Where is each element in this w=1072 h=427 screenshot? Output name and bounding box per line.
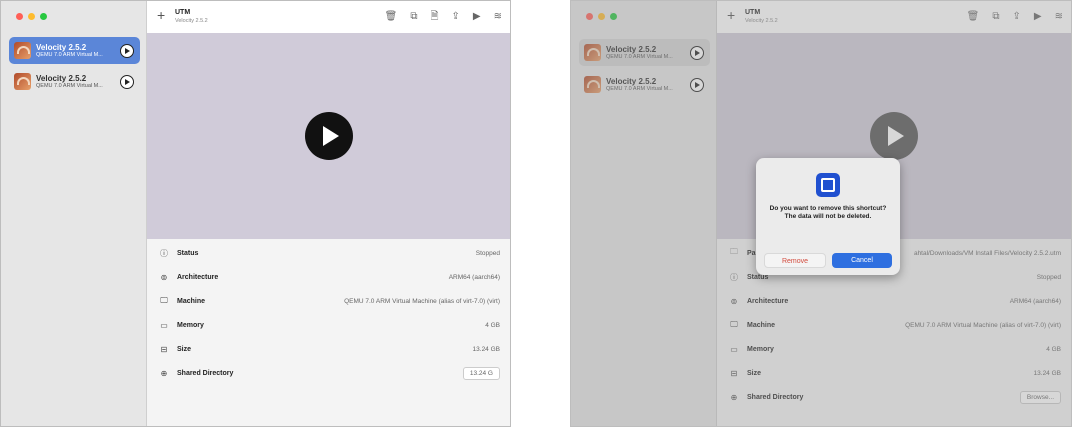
window-subtitle: Velocity 2.5.2 xyxy=(175,18,208,24)
info-row-memory: ▭ Memory 4 GB xyxy=(147,313,510,337)
vm-description: QEMU 7.0 ARM Virtual M... xyxy=(36,52,103,58)
vm-detail-pane: + UTM Velocity 2.5.2 🗑 ⧉ 🗎 ⇪ ▶ ≋ ⓘ Statu… xyxy=(147,1,510,426)
cancel-button[interactable]: Cancel xyxy=(832,253,892,268)
add-vm-button[interactable]: + xyxy=(157,7,165,23)
utm-app-icon xyxy=(816,173,840,197)
info-row-architecture: ⊚ Architecture ARM64 (aarch64) xyxy=(147,265,510,289)
share-icon[interactable]: ⇪ xyxy=(452,11,460,23)
vm-logo-icon xyxy=(14,42,31,59)
info-label: Machine xyxy=(177,297,206,305)
play-icon xyxy=(125,78,130,85)
clone-icon[interactable]: ⧉ xyxy=(410,11,417,23)
info-value: QEMU 7.0 ARM Virtual Machine (alias of v… xyxy=(344,297,500,305)
vm-name: Velocity 2.5.2 xyxy=(36,43,87,52)
dialog-buttons: Remove Cancel xyxy=(764,253,892,268)
vm-list-item[interactable]: Velocity 2.5.2 QEMU 7.0 ARM Virtual M... xyxy=(9,68,140,95)
info-label: Memory xyxy=(177,321,204,329)
monitor-icon: 🖵 xyxy=(160,296,168,305)
info-icon: ⓘ xyxy=(160,248,168,258)
traffic-lights xyxy=(16,13,47,20)
vm-info-list: ⓘ Status Stopped ⊚ Architecture ARM64 (a… xyxy=(147,239,510,426)
remove-shortcut-dialog: Do you want to remove this shortcut? The… xyxy=(756,158,900,275)
info-value: 4 GB xyxy=(485,321,500,329)
play-icon xyxy=(322,126,339,146)
info-row-machine: 🖵 Machine QEMU 7.0 ARM Virtual Machine (… xyxy=(147,289,510,313)
info-label: Status xyxy=(177,249,199,257)
settings-icon[interactable]: ≋ xyxy=(494,11,502,23)
run-icon[interactable]: ▶ xyxy=(473,11,481,23)
vm-name: Velocity 2.5.2 xyxy=(36,74,87,83)
file-icon[interactable]: 🗎 xyxy=(430,11,438,23)
vm-list-item[interactable]: Velocity 2.5.2 QEMU 7.0 ARM Virtual M... xyxy=(9,37,140,64)
zoom-window-button[interactable] xyxy=(40,13,47,20)
delete-icon[interactable]: 🗑 xyxy=(385,11,398,23)
vm-sidebar: Velocity 2.5.2 QEMU 7.0 ARM Virtual M...… xyxy=(1,1,147,426)
info-label: Shared Directory xyxy=(177,369,234,377)
info-row-size: ⊟ Size 13.24 GB xyxy=(147,337,510,361)
vm-run-button[interactable] xyxy=(120,74,134,89)
chip-icon: ⊚ xyxy=(160,272,168,282)
remove-button[interactable]: Remove xyxy=(764,253,826,268)
minimize-window-button[interactable] xyxy=(28,13,35,20)
toolbar-actions: 🗑 ⧉ 🗎 ⇪ ▶ ≋ xyxy=(385,11,502,23)
info-value: 13.24 GB xyxy=(472,345,500,353)
start-vm-button[interactable] xyxy=(304,112,353,160)
vm-preview xyxy=(147,33,510,239)
info-row-shared-directory: ⊕ Shared Directory 13.24 G xyxy=(147,361,510,385)
play-icon xyxy=(125,47,130,54)
vm-run-button[interactable] xyxy=(120,43,134,58)
dialog-message: Do you want to remove this shortcut? The… xyxy=(769,205,887,220)
utm-window-dialog: Velocity 2.5.2 QEMU 7.0 ARM Virtual M...… xyxy=(570,0,1072,427)
memory-icon: ▭ xyxy=(160,320,168,330)
window-title: UTM xyxy=(175,9,191,16)
toolbar: + UTM Velocity 2.5.2 🗑 ⧉ 🗎 ⇪ ▶ ≋ xyxy=(147,1,510,33)
info-value: ARM64 (aarch64) xyxy=(448,273,500,281)
vm-description: QEMU 7.0 ARM Virtual M... xyxy=(36,83,103,89)
info-value: Stopped xyxy=(475,249,500,257)
vm-logo-icon xyxy=(14,73,31,90)
shared-directory-field[interactable]: 13.24 G xyxy=(462,366,500,380)
info-label: Architecture xyxy=(177,273,219,281)
info-row-status: ⓘ Status Stopped xyxy=(147,241,510,265)
close-window-button[interactable] xyxy=(16,13,23,20)
drive-icon: ⊟ xyxy=(160,344,168,354)
utm-window-main: Velocity 2.5.2 QEMU 7.0 ARM Virtual M...… xyxy=(0,0,511,427)
info-label: Size xyxy=(177,345,192,353)
shared-folder-icon: ⊕ xyxy=(160,368,168,378)
